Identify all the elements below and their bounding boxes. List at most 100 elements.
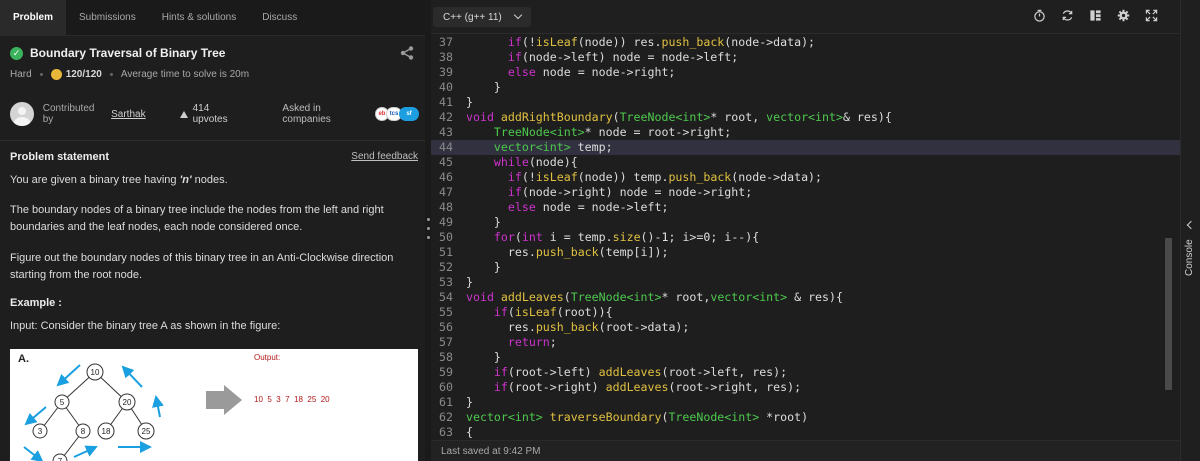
share-icon[interactable] bbox=[399, 45, 415, 61]
line-number: 38 bbox=[439, 50, 453, 64]
code-line[interactable]: 60 if(root->right) addLeaves(root->right… bbox=[431, 380, 1180, 395]
code-line[interactable]: 38 if(node->left) node = node->left; bbox=[431, 50, 1180, 65]
difficulty-label: Hard bbox=[10, 69, 32, 80]
console-label: Console bbox=[1184, 239, 1195, 276]
code-text: if(node->left) node = node->left; bbox=[466, 50, 739, 64]
editor-scrollbar[interactable] bbox=[1165, 238, 1172, 390]
settings-icon[interactable] bbox=[1117, 9, 1130, 22]
code-text: } bbox=[466, 275, 473, 289]
company-logos[interactable]: eb tcs sf bbox=[374, 107, 419, 121]
code-line[interactable]: 63 { bbox=[431, 425, 1180, 440]
code-line[interactable]: 50 for(int i = temp.size()-1; i>=0; i--)… bbox=[431, 230, 1180, 245]
layout-icon[interactable] bbox=[1089, 9, 1102, 22]
code-text: vector<int> traverseBoundary(TreeNode<in… bbox=[466, 410, 809, 424]
line-number: 48 bbox=[439, 200, 453, 214]
line-number: 40 bbox=[439, 80, 453, 94]
code-text: } bbox=[466, 350, 501, 364]
score-label: 120/120 bbox=[65, 69, 102, 80]
tab-hints-solutions[interactable]: Hints & solutions bbox=[149, 0, 249, 35]
tab-problem[interactable]: Problem bbox=[0, 0, 67, 35]
code-line[interactable]: 39 else node = node->right; bbox=[431, 65, 1180, 80]
example-heading: Example : bbox=[10, 297, 62, 309]
code-text: else node = node->right; bbox=[466, 65, 676, 79]
line-number: 60 bbox=[439, 380, 453, 394]
contributor-row: Contributed by Sarthak 414 upvotes Asked… bbox=[10, 101, 419, 127]
editor-panel: C++ (g++ 11) 37 if(!isLeaf(node)) res.pu… bbox=[431, 0, 1180, 461]
code-text: while(node){ bbox=[466, 155, 578, 169]
line-number: 37 bbox=[439, 35, 453, 49]
line-number: 45 bbox=[439, 155, 453, 169]
code-line[interactable]: 55 if(isLeaf(root)){ bbox=[431, 305, 1180, 320]
editor-toolbar: C++ (g++ 11) bbox=[431, 0, 1180, 34]
statement-paragraph-3: Figure out the boundary nodes of this bi… bbox=[10, 252, 394, 281]
code-text: TreeNode<int>* node = root->right; bbox=[466, 125, 732, 139]
svg-text:10: 10 bbox=[91, 368, 100, 377]
coin-icon bbox=[50, 69, 62, 80]
problem-meta: Hard 120/120 Average time to solve is 20… bbox=[10, 69, 249, 80]
code-text: } bbox=[466, 395, 473, 409]
code-line[interactable]: 44 vector<int> temp; bbox=[431, 140, 1180, 155]
upvote-count: 414 upvotes bbox=[192, 103, 228, 125]
code-line[interactable]: 62 vector<int> traverseBoundary(TreeNode<… bbox=[431, 410, 1180, 425]
line-number: 44 bbox=[439, 140, 453, 154]
line-number: 51 bbox=[439, 245, 453, 259]
code-line[interactable]: 57 return; bbox=[431, 335, 1180, 350]
splitter-grip-dot bbox=[427, 218, 430, 221]
code-text: for(int i = temp.size()-1; i>=0; i--){ bbox=[466, 230, 760, 244]
statement-paragraph-2: The boundary nodes of a binary tree incl… bbox=[10, 204, 384, 233]
big-arrow-icon bbox=[206, 385, 242, 415]
code-line[interactable]: 48 else node = node->left; bbox=[431, 200, 1180, 215]
line-number: 58 bbox=[439, 350, 453, 364]
code-text: if(!isLeaf(node)) res.push_back(node->da… bbox=[466, 35, 816, 49]
code-line[interactable]: 53} bbox=[431, 275, 1180, 290]
upvote-button[interactable]: 414 upvotes bbox=[179, 103, 247, 125]
binary-tree-diagram: 10 5 20 3 8 18 25 7 bbox=[23, 363, 242, 461]
line-number: 56 bbox=[439, 320, 453, 334]
code-text: vector<int> temp; bbox=[466, 140, 613, 154]
code-line[interactable]: 37 if(!isLeaf(node)) res.push_back(node-… bbox=[431, 35, 1180, 50]
asked-in-label: Asked in companies bbox=[282, 103, 331, 125]
separator-dot bbox=[109, 73, 113, 76]
last-saved-label: Last saved at 9:42 PM bbox=[441, 445, 541, 457]
line-number: 43 bbox=[439, 125, 453, 139]
code-text: } bbox=[466, 80, 501, 94]
tab-discuss[interactable]: Discuss bbox=[249, 0, 310, 35]
code-line[interactable]: 40 } bbox=[431, 80, 1180, 95]
line-number: 54 bbox=[439, 290, 453, 304]
splitter-grip-dot bbox=[427, 227, 430, 230]
code-editor[interactable]: 37 if(!isLeaf(node)) res.push_back(node-… bbox=[431, 35, 1180, 440]
separator-dot bbox=[39, 73, 43, 76]
code-text: { bbox=[466, 425, 473, 439]
code-line[interactable]: 61} bbox=[431, 395, 1180, 410]
fullscreen-icon[interactable] bbox=[1145, 9, 1158, 22]
code-line[interactable]: 49 } bbox=[431, 215, 1180, 230]
code-line[interactable]: 52 } bbox=[431, 260, 1180, 275]
tab-submissions[interactable]: Submissions bbox=[66, 0, 149, 35]
code-line[interactable]: 54 void addLeaves(TreeNode<int>* root,vec… bbox=[431, 290, 1180, 305]
code-line[interactable]: 43 TreeNode<int>* node = root->right; bbox=[431, 125, 1180, 140]
code-line[interactable]: 58 } bbox=[431, 350, 1180, 365]
language-select[interactable]: C++ (g++ 11) bbox=[433, 7, 531, 27]
code-line[interactable]: 41} bbox=[431, 95, 1180, 110]
divider bbox=[0, 140, 425, 141]
code-line[interactable]: 56 res.push_back(root->data); bbox=[431, 320, 1180, 335]
code-text: } bbox=[466, 260, 501, 274]
timer-icon[interactable] bbox=[1033, 9, 1046, 22]
code-line[interactable]: 47 if(node->right) node = node->right; bbox=[431, 185, 1180, 200]
code-line[interactable]: 59 if(root->left) addLeaves(root->left, … bbox=[431, 365, 1180, 380]
contributor-link[interactable]: Sarthak bbox=[111, 109, 145, 120]
refresh-icon[interactable] bbox=[1061, 9, 1074, 22]
code-line[interactable]: 46 if(!isLeaf(node)) temp.push_back(node… bbox=[431, 170, 1180, 185]
line-number: 39 bbox=[439, 65, 453, 79]
console-toggle[interactable]: Console bbox=[1180, 0, 1200, 461]
code-text: void addLeaves(TreeNode<int>* root,vecto… bbox=[466, 290, 843, 304]
line-number: 47 bbox=[439, 185, 453, 199]
code-text: } bbox=[466, 215, 501, 229]
svg-text:25: 25 bbox=[142, 427, 151, 436]
code-line[interactable]: 42 void addRightBoundary(TreeNode<int>* r… bbox=[431, 110, 1180, 125]
send-feedback-link[interactable]: Send feedback bbox=[351, 151, 418, 162]
svg-text:18: 18 bbox=[102, 427, 111, 436]
line-number: 49 bbox=[439, 215, 453, 229]
code-line[interactable]: 51 res.push_back(temp[i]); bbox=[431, 245, 1180, 260]
code-line[interactable]: 45 while(node){ bbox=[431, 155, 1180, 170]
